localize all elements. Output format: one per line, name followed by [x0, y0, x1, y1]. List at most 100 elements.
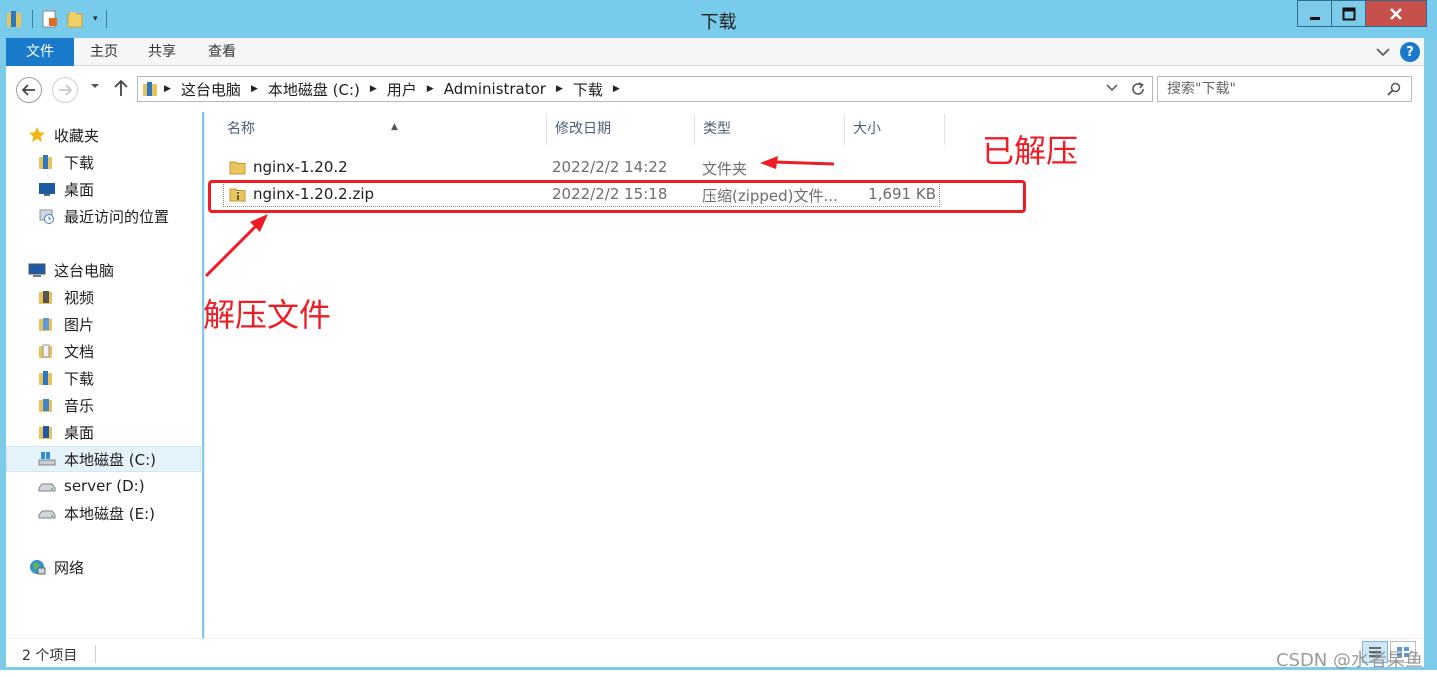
nav-favorites-desktop[interactable]: 桌面: [38, 177, 94, 201]
nav-desktop[interactable]: 桌面: [38, 420, 94, 444]
nav-local-disk-e[interactable]: 本地磁盘 (E:): [38, 501, 155, 525]
help-icon[interactable]: ?: [1400, 42, 1420, 62]
refresh-icon[interactable]: [1130, 81, 1146, 97]
search-icon[interactable]: [1387, 82, 1401, 96]
nav-videos[interactable]: 视频: [38, 285, 94, 309]
nav-item-label: 下载: [64, 369, 95, 388]
recent-places-icon: [38, 207, 56, 225]
nav-favorites-label: 收藏夹: [54, 126, 100, 145]
ribbon-controls: ?: [1376, 42, 1420, 62]
nav-favorites-recent-places[interactable]: 最近访问的位置: [38, 204, 169, 228]
recent-locations-dropdown-icon[interactable]: [90, 82, 100, 90]
breadcrumb-separator-icon[interactable]: ▶: [609, 84, 624, 94]
search-input[interactable]: [1158, 77, 1378, 101]
nav-item-label: 最近访问的位置: [64, 207, 170, 226]
downloads-folder-icon: [38, 369, 56, 387]
column-header-type[interactable]: 类型: [695, 114, 845, 145]
watermark: CSDN @水者杲鱼: [1275, 650, 1423, 671]
breadcrumb-users[interactable]: 用户: [381, 79, 423, 100]
nav-network-label: 网络: [54, 558, 85, 577]
nav-item-label: 下载: [64, 153, 95, 172]
search-box[interactable]: [1157, 76, 1412, 102]
breadcrumb-this-pc[interactable]: 这台电脑: [175, 79, 247, 100]
breadcrumb-separator-icon[interactable]: ▶: [160, 84, 175, 94]
nav-downloads[interactable]: 下载: [38, 366, 94, 390]
nav-music[interactable]: 音乐: [38, 393, 94, 417]
folder-icon: [229, 158, 247, 176]
documents-folder-icon: [38, 342, 56, 360]
nav-item-label: 本地磁盘 (E:): [64, 504, 156, 523]
downloads-folder-icon: [38, 153, 56, 171]
breadcrumb-separator-icon[interactable]: ▶: [552, 84, 567, 94]
nav-local-disk-c[interactable]: 本地磁盘 (C:): [6, 446, 201, 472]
videos-folder-icon: [38, 288, 56, 306]
nav-item-label: 桌面: [64, 180, 95, 199]
column-header-type-label: 类型: [703, 121, 731, 137]
forward-button[interactable]: [52, 77, 78, 103]
item-count: 2 个项目: [22, 648, 78, 664]
nav-favorites[interactable]: 收藏夹: [28, 123, 99, 147]
nav-this-pc[interactable]: 这台电脑: [28, 258, 114, 282]
nav-network[interactable]: 网络: [28, 555, 84, 579]
ribbon-tabs: 文件 主页 共享 查看 ?: [6, 38, 1424, 66]
desktop-icon: [38, 180, 56, 198]
expand-ribbon-icon[interactable]: [1376, 47, 1390, 57]
nav-this-pc-label: 这台电脑: [54, 261, 115, 280]
column-header-size[interactable]: 大小: [845, 114, 945, 145]
pictures-folder-icon: [38, 315, 56, 333]
back-button[interactable]: [16, 77, 42, 103]
navigation-pane: 收藏夹 下载 桌面 最近访问的位置 这台电脑 视频 图片 文档 下载 音乐 桌面…: [6, 112, 202, 638]
column-header-date[interactable]: 修改日期: [547, 114, 695, 145]
minimize-button[interactable]: [1297, 0, 1331, 27]
close-button[interactable]: [1365, 0, 1427, 27]
file-type: 文件夹: [702, 160, 748, 178]
annotation-extract-file: 解压文件: [203, 296, 332, 334]
status-divider: [95, 645, 96, 663]
nav-documents[interactable]: 文档: [38, 339, 94, 363]
column-header-date-label: 修改日期: [555, 121, 611, 137]
tab-share[interactable]: 共享: [140, 38, 184, 66]
title-bar: ▾ 下载: [0, 0, 1437, 38]
annotation-arrow-up: [204, 214, 268, 278]
up-arrow-icon[interactable]: [114, 79, 128, 97]
breadcrumb-downloads[interactable]: 下载: [567, 79, 609, 100]
breadcrumb-separator-icon[interactable]: ▶: [423, 84, 438, 94]
file-date: 2022/2/2 14:22: [552, 158, 668, 176]
desktop-folder-icon: [38, 423, 56, 441]
address-history-chevron-icon[interactable]: [1106, 84, 1118, 92]
address-bar[interactable]: ▶ 这台电脑 ▶ 本地磁盘 (C:) ▶ 用户 ▶ Administrator …: [137, 76, 1153, 102]
nav-item-label: 文档: [64, 342, 95, 361]
navigation-bar: ▶ 这台电脑 ▶ 本地磁盘 (C:) ▶ 用户 ▶ Administrator …: [6, 66, 1424, 112]
bottom-strip: [0, 670, 1437, 677]
column-header-size-label: 大小: [853, 121, 881, 137]
location-folder-icon: [142, 80, 160, 98]
drive-icon: [38, 477, 56, 495]
tab-file[interactable]: 文件: [6, 38, 74, 66]
file-name: nginx-1.20.2: [253, 158, 348, 176]
breadcrumb-local-disk-c[interactable]: 本地磁盘 (C:): [262, 79, 366, 100]
nav-item-label: 音乐: [64, 396, 95, 415]
annotation-extracted: 已解压: [982, 132, 1079, 170]
network-icon: [28, 558, 46, 576]
breadcrumb-administrator[interactable]: Administrator: [438, 80, 552, 98]
music-folder-icon: [38, 396, 56, 414]
nav-favorites-downloads[interactable]: 下载: [38, 150, 94, 174]
nav-item-label: server (D:): [64, 477, 145, 495]
star-icon: [28, 126, 46, 144]
maximize-button[interactable]: [1331, 0, 1365, 27]
tab-view[interactable]: 查看: [200, 38, 244, 66]
column-header-name-label: 名称: [227, 121, 255, 137]
window-title: 下载: [700, 12, 737, 33]
system-drive-icon: [38, 450, 56, 468]
status-bar: 2 个项目: [6, 638, 1424, 667]
nav-pictures[interactable]: 图片: [38, 312, 94, 336]
drive-icon: [38, 504, 56, 522]
breadcrumb-separator-icon[interactable]: ▶: [247, 84, 262, 94]
nav-item-label: 本地磁盘 (C:): [64, 450, 156, 469]
breadcrumb-separator-icon[interactable]: ▶: [366, 84, 381, 94]
nav-server-d[interactable]: server (D:): [38, 474, 145, 498]
highlight-box: [208, 180, 1026, 213]
tab-home[interactable]: 主页: [82, 38, 126, 66]
column-header-name[interactable]: ▲ 名称: [219, 114, 547, 145]
nav-item-label: 桌面: [64, 423, 95, 442]
